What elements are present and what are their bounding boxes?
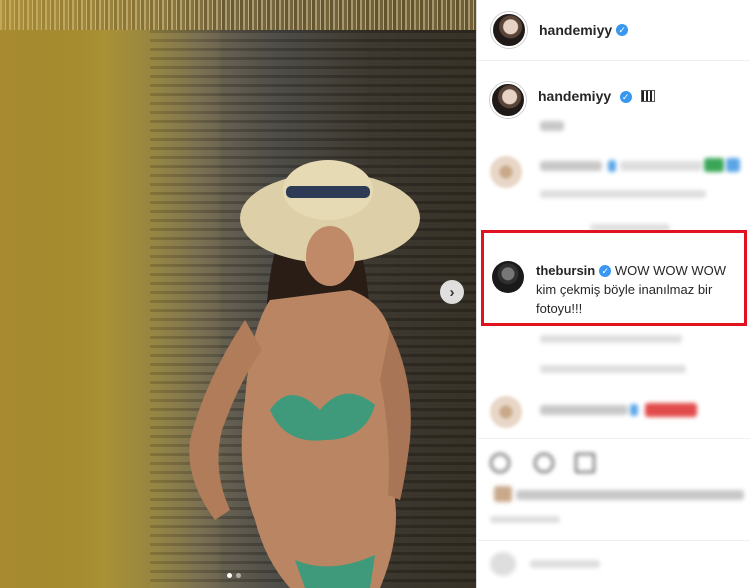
comment-avatar[interactable]	[492, 261, 524, 293]
blurred-comment-emoji	[704, 158, 724, 172]
blurred-comment-emoji	[726, 158, 740, 172]
person-figure	[189, 160, 420, 588]
blurred-comment-emoji	[645, 403, 697, 417]
blurred-comment-username	[540, 161, 602, 171]
blurred-comment-meta	[540, 190, 706, 198]
section-divider	[476, 540, 750, 541]
blurred-likes-text	[516, 490, 744, 500]
verified-badge-icon: ✓	[619, 91, 632, 103]
share-icon[interactable]	[575, 453, 595, 473]
hat-band	[286, 186, 370, 198]
next-slide-button[interactable]: ›	[440, 280, 464, 304]
blurred-comment-username	[540, 405, 628, 415]
flag-icon	[641, 90, 656, 102]
post-header: handemiyy ✓	[477, 0, 750, 61]
blurred-comment-emoji	[630, 404, 638, 416]
like-icon[interactable]	[490, 453, 510, 473]
commenter-avatar[interactable]	[490, 156, 522, 188]
blurred-comment-text	[620, 161, 702, 171]
slide-indicator	[227, 573, 241, 578]
blurred-emoji-icon[interactable]	[490, 552, 516, 576]
blurred-view-replies	[540, 365, 686, 373]
blurred-caption-text	[540, 121, 564, 131]
post-image[interactable]: ›	[0, 0, 476, 588]
commenter-avatar[interactable]	[490, 396, 522, 428]
comment-icon[interactable]	[534, 453, 554, 473]
verified-badge-icon: ✓	[599, 265, 612, 277]
blurred-add-comment-input[interactable]	[530, 560, 600, 568]
highlighted-comment: thebursin ✓ WOW WOW WOW kim çekmiş böyle …	[492, 261, 736, 318]
comment-body: thebursin ✓ WOW WOW WOW kim çekmiş böyle …	[536, 261, 736, 318]
verified-badge-icon: ✓	[616, 24, 629, 36]
chevron-right-icon: ›	[449, 283, 455, 301]
caption-username[interactable]: handemiyy	[538, 88, 611, 104]
section-divider	[476, 438, 750, 439]
caption: handemiyy ✓	[490, 82, 656, 118]
blurred-post-date	[490, 516, 560, 523]
face-shadow	[306, 226, 354, 286]
comment-username[interactable]: thebursin	[536, 263, 595, 278]
slide-dot	[236, 573, 241, 578]
author-username[interactable]: handemiyy	[539, 22, 612, 38]
caption-avatar[interactable]	[490, 82, 526, 118]
blurred-likes-avatar	[494, 486, 512, 502]
blurred-comment-emoji	[608, 160, 616, 172]
blurred-comment-meta	[540, 335, 682, 343]
author-avatar[interactable]	[491, 12, 527, 48]
slide-dot-active	[227, 573, 232, 578]
